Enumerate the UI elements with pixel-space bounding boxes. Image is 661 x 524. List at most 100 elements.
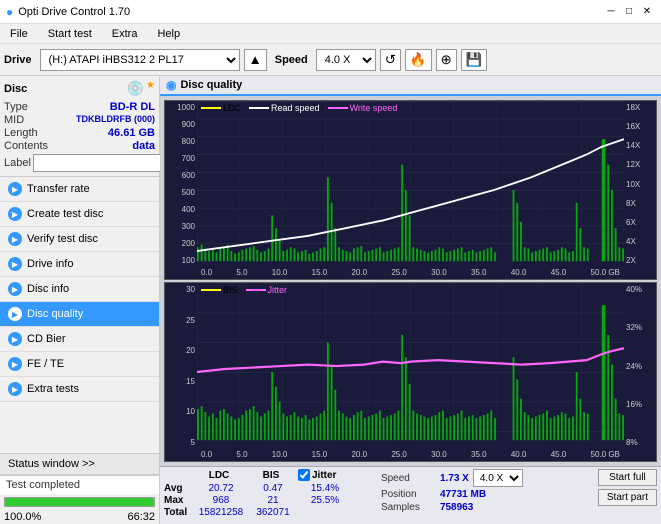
legend-jitter-color: [246, 289, 266, 291]
disc-mid-value: TDKBLDRFB (000): [76, 114, 155, 126]
disc-contents-row: Contents data: [4, 140, 155, 152]
samples-key: Samples: [381, 502, 436, 513]
menu-extra[interactable]: Extra: [106, 27, 144, 41]
sidebar-item-label: CD Bier: [27, 333, 66, 345]
top-chart: 1000 900 800 700 600 500 400 300 200 100: [164, 100, 657, 280]
drive-selector[interactable]: (H:) ATAPI iHBS312 2 PL17: [40, 49, 240, 71]
sidebar-item-cd-bier[interactable]: ▶ CD Bier: [0, 327, 159, 352]
burn-button[interactable]: 🔥: [405, 49, 432, 71]
top-chart-main: LDC Read speed Write speed: [197, 101, 624, 279]
menu-file[interactable]: File: [4, 27, 34, 41]
main-area: Disc 💿 ★ Type BD-R DL MID TDKBLDRFB (000…: [0, 76, 661, 524]
drive-label: Drive: [4, 54, 32, 66]
disc-length-label: Length: [4, 127, 38, 139]
disc-label-input[interactable]: [33, 154, 181, 172]
chart-header: ◉ Disc quality: [160, 76, 661, 96]
sidebar-item-disc-info[interactable]: ▶ Disc info: [0, 277, 159, 302]
close-button[interactable]: ✕: [639, 4, 655, 20]
copy-button[interactable]: ⊕: [436, 49, 457, 71]
status-section: Status window >> Test completed 100.0% 6…: [0, 453, 159, 524]
menu-bar: File Start test Extra Help: [0, 24, 661, 44]
status-window-label: Status window >>: [8, 458, 95, 470]
jitter-avg: 15.4%: [300, 483, 350, 494]
disc-mid-label: MID: [4, 114, 24, 126]
disc-icons: 💿 ★: [127, 80, 155, 97]
status-text: Test completed: [0, 475, 159, 494]
disc-star-icon: ★: [146, 80, 155, 97]
create-test-disc-icon: ▶: [8, 207, 22, 221]
refresh-button[interactable]: ↺: [380, 49, 401, 71]
speed-selector[interactable]: 4.0 X: [316, 49, 376, 71]
legend-bis: BIS: [201, 285, 238, 295]
sidebar-item-disc-quality[interactable]: ▶ Disc quality: [0, 302, 159, 327]
bis-total: 362071: [248, 507, 298, 518]
title-bar: ● Opti Drive Control 1.70 ─ □ ✕: [0, 0, 661, 24]
right-panel: ◉ Disc quality 1000 900 800 700 600 500 …: [160, 76, 661, 524]
ldc-avg: 20.72: [196, 483, 246, 494]
drive-toolbar: Drive (H:) ATAPI iHBS312 2 PL17 ▲ Speed …: [0, 44, 661, 76]
save-button[interactable]: 💾: [461, 49, 488, 71]
top-chart-legend: LDC Read speed Write speed: [201, 103, 397, 113]
menu-help[interactable]: Help: [151, 27, 186, 41]
speed-select-stats[interactable]: 4.0 X: [473, 469, 523, 487]
transfer-rate-icon: ▶: [8, 182, 22, 196]
disc-contents-value: data: [132, 140, 155, 152]
disc-contents-label: Contents: [4, 140, 48, 152]
legend-read-speed: Read speed: [249, 103, 320, 113]
speed-row: Speed 1.73 X 4.0 X: [381, 469, 588, 487]
progress-percent: 100.0%: [4, 511, 41, 523]
fe-te-icon: ▶: [8, 357, 22, 371]
legend-read-speed-color: [249, 107, 269, 109]
stats-total-row: Total 15821258 362071: [164, 507, 371, 518]
legend-jitter: Jitter: [246, 285, 288, 295]
sidebar-item-create-test-disc[interactable]: ▶ Create test disc: [0, 202, 159, 227]
total-label: Total: [164, 507, 194, 518]
speed-key: Speed: [381, 473, 436, 484]
minimize-button[interactable]: ─: [603, 4, 619, 20]
speed-val: 1.73 X: [440, 473, 469, 484]
disc-type-row: Type BD-R DL: [4, 101, 155, 113]
ldc-max: 968: [196, 495, 246, 506]
title-bar-left: ● Opti Drive Control 1.70: [6, 5, 130, 19]
left-panel: Disc 💿 ★ Type BD-R DL MID TDKBLDRFB (000…: [0, 76, 160, 524]
action-buttons: Start full Start part: [598, 469, 657, 506]
stats-max-row: Max 968 21 25.5%: [164, 495, 371, 506]
position-key: Position: [381, 489, 436, 500]
menu-start-test[interactable]: Start test: [42, 27, 98, 41]
disc-quality-icon: ▶: [8, 307, 22, 321]
disc-mid-row: MID TDKBLDRFB (000): [4, 114, 155, 126]
ldc-header: LDC: [194, 470, 244, 481]
bottom-chart-y-right: 40% 32% 24% 16% 8%: [624, 283, 656, 461]
status-window-button[interactable]: Status window >>: [0, 454, 159, 475]
legend-read-speed-label: Read speed: [271, 103, 320, 113]
jitter-checkbox[interactable]: [298, 469, 310, 481]
sidebar-item-verify-test-disc[interactable]: ▶ Verify test disc: [0, 227, 159, 252]
title-bar-controls: ─ □ ✕: [603, 4, 655, 20]
legend-bis-label: BIS: [223, 285, 238, 295]
sidebar-item-drive-info[interactable]: ▶ Drive info: [0, 252, 159, 277]
jitter-checkbox-area[interactable]: Jitter: [298, 469, 336, 481]
bis-avg: 0.47: [248, 483, 298, 494]
progress-bar: [5, 498, 154, 506]
disc-type-value: BD-R DL: [110, 101, 155, 113]
start-full-button[interactable]: Start full: [598, 469, 657, 486]
bottom-chart-y-left: 30 25 20 15 10 5: [165, 283, 197, 461]
disc-header: Disc 💿 ★: [4, 80, 155, 97]
start-part-button[interactable]: Start part: [598, 489, 657, 506]
progress-time: 66:32: [127, 511, 155, 523]
stats-bar: LDC BIS Jitter Avg 20.72 0.47 15.4% Max: [160, 466, 661, 524]
sidebar-item-fe-te[interactable]: ▶ FE / TE: [0, 352, 159, 377]
sidebar-item-extra-tests[interactable]: ▶ Extra tests: [0, 377, 159, 402]
progress-info: 100.0% 66:32: [0, 510, 159, 524]
eject-button[interactable]: ▲: [244, 49, 267, 71]
sidebar-item-label: Extra tests: [27, 383, 79, 395]
top-chart-y-left: 1000 900 800 700 600 500 400 300 200 100: [165, 101, 197, 279]
maximize-button[interactable]: □: [621, 4, 637, 20]
charts-area: 1000 900 800 700 600 500 400 300 200 100: [160, 96, 661, 466]
sidebar-item-transfer-rate[interactable]: ▶ Transfer rate: [0, 177, 159, 202]
speed-label: Speed: [275, 54, 308, 66]
disc-label-label: Label: [4, 157, 31, 169]
stats-avg-row: Avg 20.72 0.47 15.4%: [164, 483, 371, 494]
avg-label: Avg: [164, 483, 194, 494]
disc-title: Disc: [4, 83, 27, 95]
